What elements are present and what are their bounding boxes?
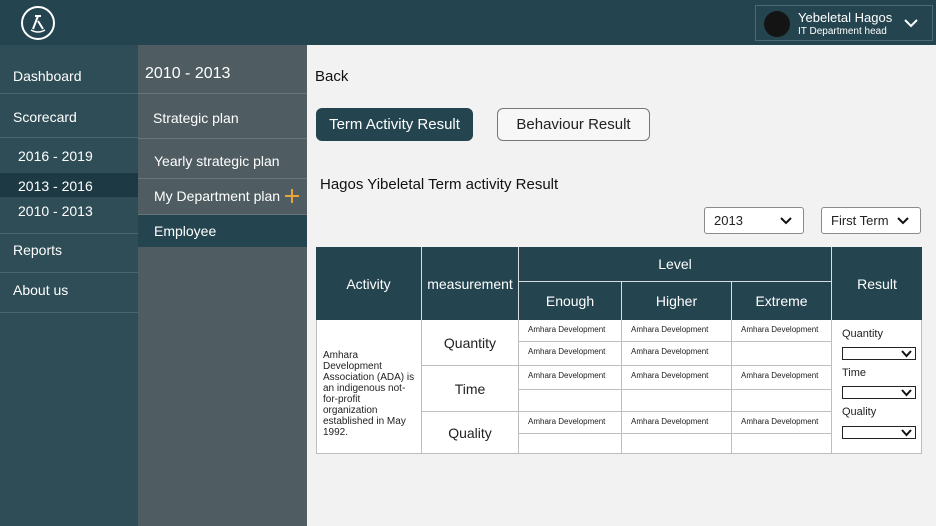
subnav-item-strategic-plan[interactable]: Strategic plan — [138, 93, 307, 138]
level-cell — [519, 390, 622, 412]
term-activity-result-button[interactable]: Term Activity Result — [316, 108, 473, 141]
header-label: measurement — [427, 275, 513, 292]
subnav-item-yearly-strategic-plan[interactable]: Yearly strategic plan — [138, 138, 307, 178]
chevron-down-icon — [901, 389, 912, 397]
back-link[interactable]: Back — [315, 68, 348, 85]
subnav-item-my-department-plan[interactable]: My Department plan — [138, 178, 307, 214]
sidebar-item-label: Scorecard — [13, 109, 77, 125]
subnav-title: 2010 - 2013 — [145, 65, 231, 82]
sub-sidebar: 2010 - 2013 Strategic plan Yearly strate… — [138, 45, 307, 526]
term-select[interactable]: First Term — [821, 207, 921, 234]
level-cell: Amhara Development — [519, 342, 622, 366]
chevron-down-icon — [901, 350, 912, 358]
main-content: Back Term Activity Result Behaviour Resu… — [307, 45, 936, 526]
header-activity: Activity — [316, 247, 422, 320]
plus-icon[interactable] — [285, 189, 299, 203]
time-result-select[interactable] — [842, 386, 916, 399]
user-role: IT Department head — [798, 26, 887, 37]
sidebar-item-dashboard[interactable]: Dashboard — [0, 45, 138, 94]
sidebar-item-label: About us — [13, 282, 69, 298]
year-select[interactable]: 2013 — [704, 207, 804, 234]
sidebar-item-term-2013-2016[interactable]: 2013 - 2016 — [0, 173, 138, 197]
sidebar-item-term-2010-2013[interactable]: 2010 - 2013 — [0, 199, 138, 234]
result-cell: Quantity Time Quality — [832, 320, 922, 454]
main-sidebar: Dashboard Scorecard 2016 - 2019 2013 - 2… — [0, 45, 138, 526]
chevron-down-icon — [780, 217, 792, 225]
chevron-down-icon[interactable] — [903, 16, 919, 30]
level-cell: Amhara Development — [519, 412, 622, 434]
level-cell — [732, 342, 832, 366]
subnav-item-label: My Department plan — [154, 188, 281, 204]
sidebar-item-about[interactable]: About us — [0, 273, 138, 313]
activity-description: Amhara Development Association (ADA) is … — [316, 320, 422, 454]
sidebar-item-label: 2013 - 2016 — [18, 178, 93, 194]
header-label: Result — [857, 275, 897, 292]
level-cell — [622, 390, 732, 412]
sidebar-item-reports[interactable]: Reports — [0, 234, 138, 273]
header-higher: Higher — [622, 282, 732, 320]
top-bar: Yebeletal Hagos IT Department head — [0, 0, 936, 45]
header-result: Result — [832, 247, 922, 320]
level-cell — [519, 434, 622, 454]
logo-icon[interactable] — [21, 6, 55, 40]
level-cell: Amhara Development — [519, 366, 622, 390]
year-select-value: 2013 — [714, 213, 743, 228]
chevron-down-icon — [897, 217, 909, 225]
header-level: Level — [519, 247, 832, 282]
sidebar-item-label: 2016 - 2019 — [18, 148, 93, 164]
sidebar-item-scorecard[interactable]: Scorecard — [0, 94, 138, 138]
level-cell: Amhara Development — [622, 320, 732, 342]
header-label: Extreme — [755, 293, 808, 309]
level-cell — [732, 434, 832, 454]
quality-result-select[interactable] — [842, 426, 916, 439]
header-label: Level — [658, 256, 692, 272]
subnav-item-label: Strategic plan — [153, 110, 239, 126]
level-cell: Amhara Development — [622, 342, 732, 366]
measurement-quantity: Quantity — [422, 320, 519, 366]
user-name: Yebeletal Hagos — [798, 10, 893, 25]
header-extreme: Extreme — [732, 282, 832, 320]
sidebar-item-label: 2010 - 2013 — [18, 203, 93, 219]
level-cell: Amhara Development — [622, 366, 732, 390]
chevron-down-icon — [901, 429, 912, 437]
level-cell: Amhara Development — [519, 320, 622, 342]
measurement-time: Time — [422, 366, 519, 412]
measurement-quality: Quality — [422, 412, 519, 454]
avatar — [764, 11, 790, 37]
level-cell: Amhara Development — [622, 412, 732, 434]
result-label-quantity: Quantity — [842, 328, 883, 340]
subnav-item-employee[interactable]: Employee — [138, 214, 307, 247]
level-cell: Amhara Development — [732, 366, 832, 390]
term-select-value: First Term — [831, 213, 889, 228]
subnav-item-label: Employee — [154, 223, 217, 239]
header-label: Enough — [545, 293, 595, 309]
term-activity-table: Activity measurement Level Enough Higher… — [316, 247, 922, 454]
behaviour-result-button[interactable]: Behaviour Result — [497, 108, 650, 141]
sidebar-item-label: Dashboard — [13, 68, 82, 84]
level-cell: Amhara Development — [732, 320, 832, 342]
level-cell: Amhara Development — [732, 412, 832, 434]
user-menu[interactable]: Yebeletal Hagos IT Department head — [755, 5, 933, 41]
result-label-time: Time — [842, 367, 867, 379]
result-label-quality: Quality — [842, 406, 877, 418]
level-cell — [732, 390, 832, 412]
header-measurement: measurement — [422, 247, 519, 320]
level-cell — [622, 434, 732, 454]
header-enough: Enough — [519, 282, 622, 320]
header-label: Higher — [655, 293, 698, 309]
header-label: Activity — [346, 275, 391, 292]
sidebar-item-term-2016-2019[interactable]: 2016 - 2019 — [0, 145, 138, 167]
page-title: Hagos Yibeletal Term activity Result — [320, 176, 559, 193]
subnav-item-label: Yearly strategic plan — [154, 153, 280, 169]
quantity-result-select[interactable] — [842, 347, 916, 360]
sidebar-item-label: Reports — [13, 242, 63, 258]
